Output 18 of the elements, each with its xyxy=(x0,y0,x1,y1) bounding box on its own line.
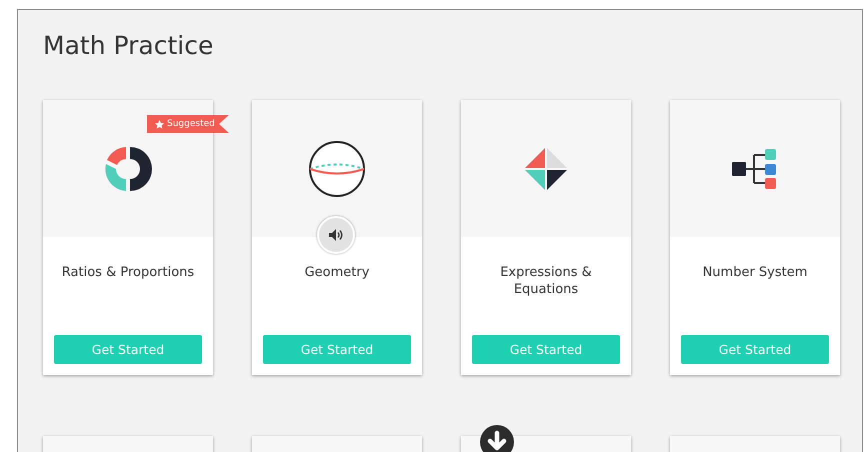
get-started-button[interactable]: Get Started xyxy=(263,335,411,364)
topic-title: Expressions & Equations xyxy=(499,264,593,299)
topic-title: Ratios & Proportions xyxy=(60,264,196,282)
ribbon-label: Suggested xyxy=(167,119,215,129)
topic-title: Geometry xyxy=(304,264,370,282)
donut-chart-icon xyxy=(104,144,152,192)
get-started-button[interactable]: Get Started xyxy=(472,335,620,364)
scroll-down-icon[interactable] xyxy=(480,425,514,452)
diamond-icon xyxy=(524,146,568,190)
speaker-icon xyxy=(329,229,343,241)
page-title: Math Practice xyxy=(43,30,214,62)
get-started-button[interactable]: Get Started xyxy=(681,335,829,364)
sphere-icon xyxy=(308,140,366,198)
get-started-button[interactable]: Get Started xyxy=(54,335,202,364)
star-icon xyxy=(155,120,164,128)
audio-button[interactable] xyxy=(317,216,355,254)
tree-diagram-icon xyxy=(732,148,778,190)
topic-title: Number System xyxy=(702,264,808,282)
